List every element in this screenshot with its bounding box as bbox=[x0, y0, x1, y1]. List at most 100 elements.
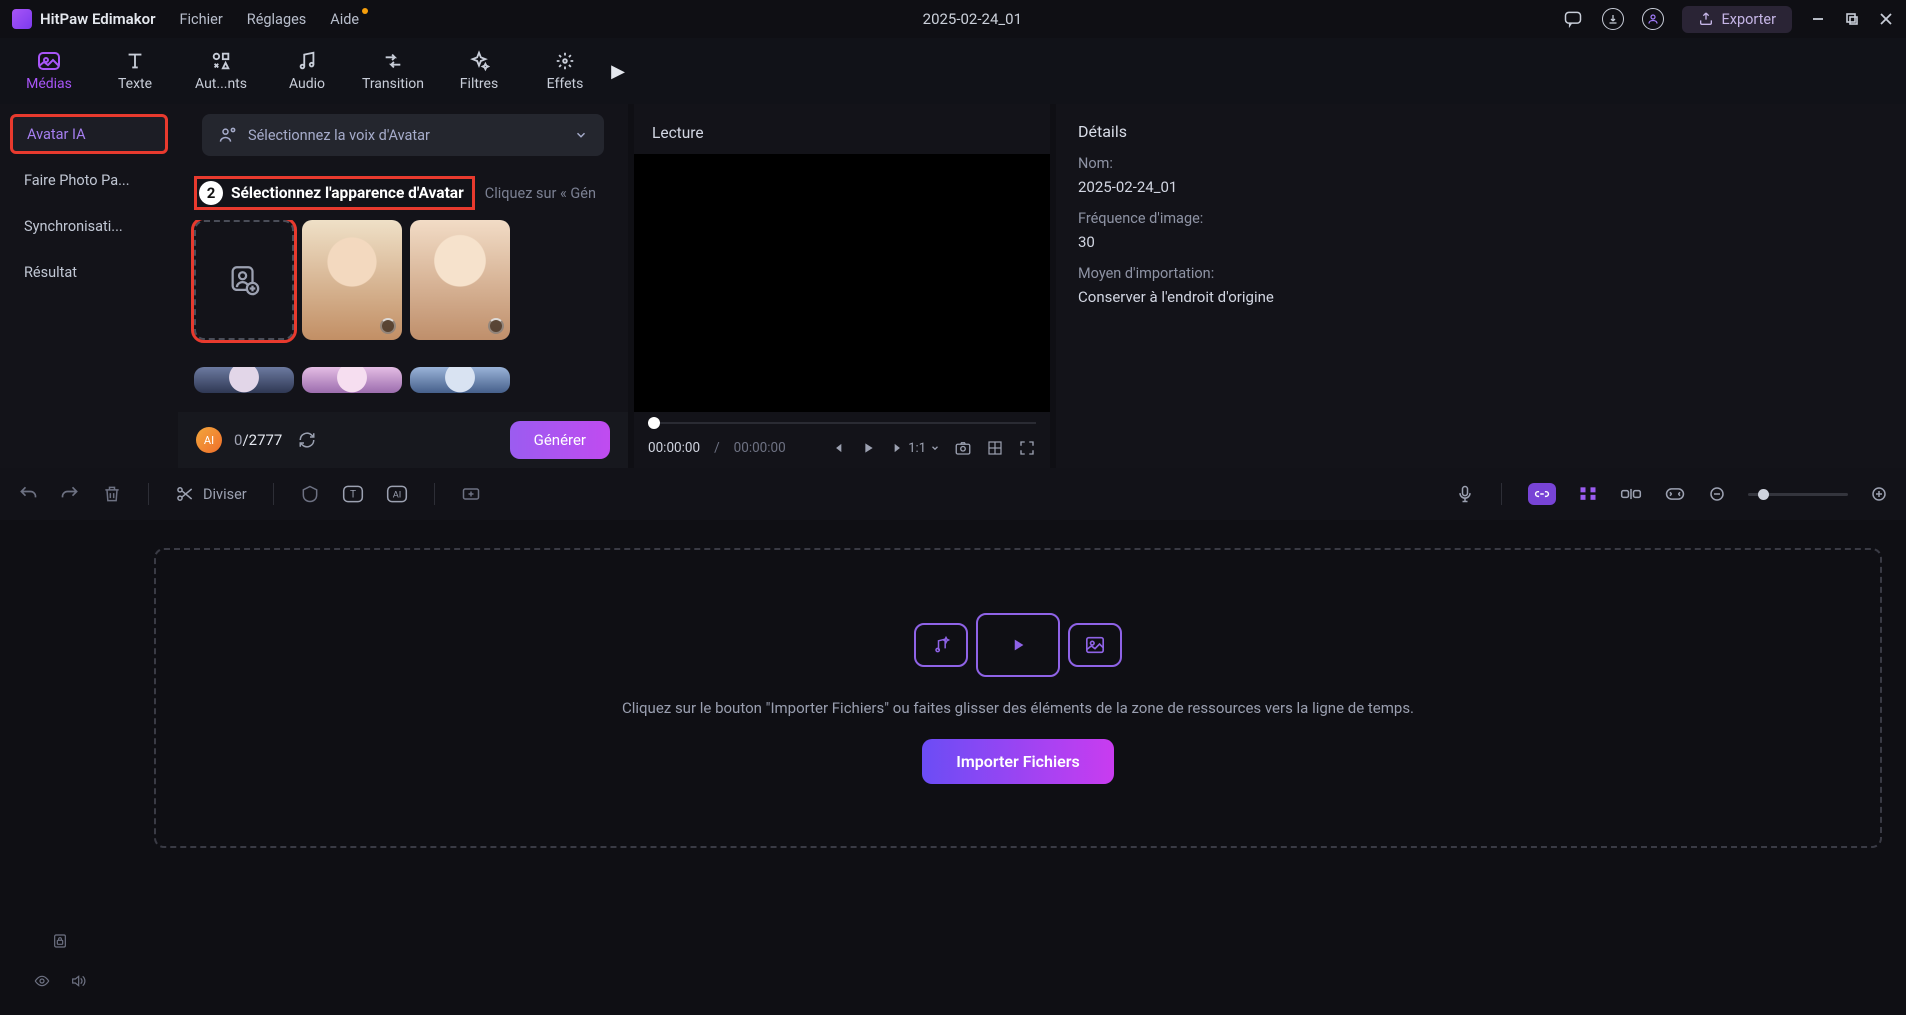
time-total: 00:00:00 bbox=[734, 440, 786, 456]
timeline-left-controls bbox=[0, 520, 120, 1015]
voice-select-dropdown[interactable]: Sélectionnez la voix d'Avatar bbox=[202, 114, 604, 156]
snapshot-button[interactable] bbox=[954, 439, 972, 457]
avatar-image bbox=[302, 367, 402, 393]
menu-settings[interactable]: Réglages bbox=[247, 11, 307, 28]
avatar-thumbnails bbox=[178, 220, 628, 412]
main-tabs: Médias Texte Aut...nts Audio Transition … bbox=[0, 38, 1906, 104]
effects-icon bbox=[554, 50, 576, 72]
minimize-button[interactable] bbox=[1810, 11, 1826, 27]
zoom-slider[interactable] bbox=[1748, 493, 1848, 496]
app-logo bbox=[12, 9, 32, 29]
avatar-thumb-1[interactable] bbox=[302, 220, 402, 340]
download-icon[interactable] bbox=[1602, 8, 1624, 30]
media-icon bbox=[37, 50, 61, 72]
avatar-thumb-5[interactable] bbox=[410, 367, 510, 393]
preview-stage[interactable] bbox=[634, 154, 1050, 412]
elements-icon bbox=[210, 50, 232, 72]
delete-button[interactable] bbox=[102, 484, 122, 504]
sidebar-item-photo[interactable]: Faire Photo Pa... bbox=[10, 160, 168, 200]
menu-file[interactable]: Fichier bbox=[180, 11, 223, 28]
sidebar-item-avatar-ia[interactable]: Avatar IA bbox=[10, 114, 168, 154]
tab-text[interactable]: Texte bbox=[92, 38, 178, 104]
voice-icon bbox=[218, 125, 238, 145]
menu-help[interactable]: Aide bbox=[330, 11, 359, 28]
media-sidebar: Avatar IA Faire Photo Pa... Synchronisat… bbox=[0, 104, 178, 468]
audio-icon bbox=[296, 50, 318, 72]
timeline-tracks[interactable]: Cliquez sur le bouton "Importer Fichiers… bbox=[120, 520, 1906, 1015]
import-files-button[interactable]: Importer Fichiers bbox=[922, 739, 1113, 784]
timeline-toolbar: Diviser T AI bbox=[0, 468, 1906, 520]
time-current: 00:00:00 bbox=[648, 440, 700, 456]
video-drop-icon bbox=[976, 613, 1060, 677]
details-import-value: Conserver à l'endroit d'origine bbox=[1078, 288, 1884, 306]
export-button[interactable]: Exporter bbox=[1682, 6, 1792, 33]
loader-icon bbox=[488, 318, 504, 334]
track-visibility-button[interactable] bbox=[34, 973, 50, 989]
preview-scrubber[interactable] bbox=[634, 418, 1050, 428]
redo-button[interactable] bbox=[60, 484, 80, 504]
project-title: 2025-02-24_01 bbox=[383, 10, 1561, 28]
tab-media[interactable]: Médias bbox=[6, 38, 92, 104]
fullscreen-button[interactable] bbox=[1018, 439, 1036, 457]
step-2-row: 2 Sélectionnez l'apparence d'Avatar Cliq… bbox=[194, 176, 628, 210]
link-toggle-button[interactable] bbox=[1528, 483, 1556, 505]
marker-button[interactable] bbox=[300, 484, 320, 504]
step-hint: Cliquez sur « Gén bbox=[485, 185, 596, 202]
next-frame-button[interactable]: 1:1 bbox=[890, 441, 940, 456]
grid-button[interactable] bbox=[986, 439, 1004, 457]
svg-text:T: T bbox=[350, 489, 356, 500]
tab-transition[interactable]: Transition bbox=[350, 38, 436, 104]
tab-audio[interactable]: Audio bbox=[264, 38, 350, 104]
loader-icon bbox=[380, 318, 396, 334]
preview-title: Lecture bbox=[634, 116, 1050, 150]
details-panel: Détails Nom: 2025-02-24_01 Fréquence d'i… bbox=[1056, 104, 1906, 468]
fit-button[interactable] bbox=[1664, 485, 1686, 503]
magnet-button[interactable] bbox=[1578, 485, 1598, 503]
add-avatar-button[interactable] bbox=[194, 220, 294, 340]
track-lock-button[interactable] bbox=[52, 933, 68, 949]
details-fps-value: 30 bbox=[1078, 233, 1884, 251]
refresh-credits-button[interactable] bbox=[298, 431, 316, 449]
text-tool-button[interactable]: T bbox=[342, 484, 364, 504]
zoom-in-button[interactable] bbox=[1870, 485, 1888, 503]
step-2-number: 2 bbox=[199, 181, 223, 205]
sidebar-item-result[interactable]: Résultat bbox=[10, 252, 168, 292]
maximize-button[interactable] bbox=[1844, 11, 1860, 27]
track-mute-button[interactable] bbox=[70, 973, 86, 989]
close-button[interactable] bbox=[1878, 11, 1894, 27]
split-button[interactable]: Diviser bbox=[175, 484, 247, 504]
avatar-thumb-2[interactable] bbox=[410, 220, 510, 340]
menu-help-label: Aide bbox=[330, 11, 359, 28]
timeline-drop-zone[interactable]: Cliquez sur le bouton "Importer Fichiers… bbox=[154, 548, 1882, 848]
add-track-button[interactable] bbox=[461, 484, 481, 504]
ripple-button[interactable] bbox=[1620, 485, 1642, 503]
chevron-down-icon bbox=[574, 128, 588, 142]
tab-filters[interactable]: Filtres bbox=[436, 38, 522, 104]
svg-text:AI: AI bbox=[392, 489, 401, 500]
tabs-more-button[interactable]: ▶ bbox=[608, 61, 628, 82]
ai-tool-button[interactable]: AI bbox=[386, 484, 408, 504]
zoom-out-button[interactable] bbox=[1708, 485, 1726, 503]
tab-effects[interactable]: Effets bbox=[522, 38, 608, 104]
credit-bar: AI 0/2777 Générer bbox=[178, 412, 628, 468]
avatar-thumb-3[interactable] bbox=[194, 367, 294, 393]
sidebar-item-sync[interactable]: Synchronisati... bbox=[10, 206, 168, 246]
transition-icon bbox=[382, 50, 404, 72]
avatar-image bbox=[194, 367, 294, 393]
mic-button[interactable] bbox=[1455, 484, 1475, 504]
undo-button[interactable] bbox=[18, 484, 38, 504]
step-2-badge: 2 Sélectionnez l'apparence d'Avatar bbox=[194, 176, 475, 210]
generate-button[interactable]: Générer bbox=[510, 421, 610, 459]
drop-zone-icons bbox=[914, 613, 1122, 677]
details-name-value: 2025-02-24_01 bbox=[1078, 178, 1884, 196]
split-label: Diviser bbox=[203, 486, 247, 503]
tab-autres[interactable]: Aut...nts bbox=[178, 38, 264, 104]
timeline-area: Cliquez sur le bouton "Importer Fichiers… bbox=[0, 520, 1906, 1015]
user-icon[interactable] bbox=[1642, 8, 1664, 30]
play-button[interactable] bbox=[860, 440, 876, 456]
details-import-label: Moyen d'importation: bbox=[1078, 265, 1884, 282]
feedback-icon[interactable] bbox=[1562, 8, 1584, 30]
prev-frame-button[interactable] bbox=[832, 441, 846, 455]
avatar-thumb-4[interactable] bbox=[302, 367, 402, 393]
preview-controls: 00:00:00 / 00:00:00 1:1 bbox=[634, 428, 1050, 468]
